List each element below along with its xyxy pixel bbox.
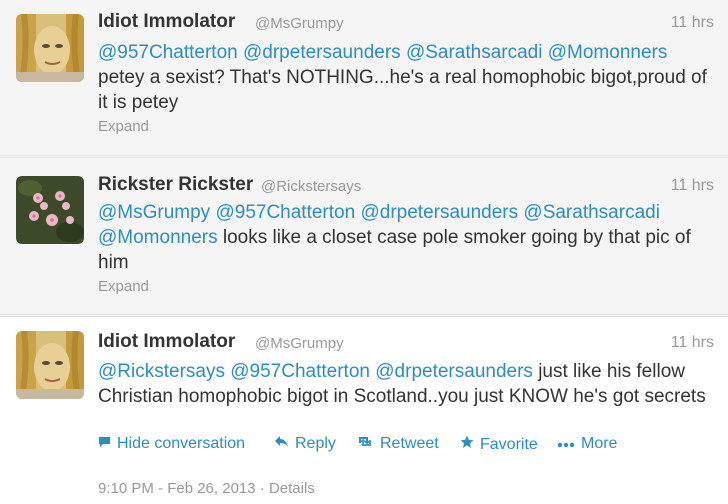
reply-label: Reply (295, 435, 336, 452)
mention-link[interactable]: @957Chatterton (98, 42, 238, 63)
tweet-meta: 9:10 PM - Feb 26, 2013 · Details (98, 480, 315, 497)
favorite-label: Favorite (480, 436, 538, 453)
meta-separator: · (259, 480, 265, 497)
username[interactable]: @MsGrumpy (255, 335, 344, 352)
mention-link[interactable]: @MsGrumpy (98, 202, 210, 223)
mention-link[interactable]: @Momonners (98, 227, 218, 248)
tweet-stream: Idiot Immolator @MsGrumpy 11 hrs @957Cha… (0, 0, 728, 504)
speech-bubble-icon (98, 435, 111, 452)
mention-link[interactable]: @Momonners (548, 42, 668, 63)
mention-link[interactable]: @Sarathsarcadi (406, 42, 543, 63)
retweet-label: Retweet (380, 435, 439, 452)
avatar-image (16, 176, 84, 244)
more-label: More (581, 435, 618, 452)
tweet[interactable]: Idiot Immolator @MsGrumpy 11 hrs @957Cha… (0, 0, 728, 156)
retweet-icon (356, 435, 374, 452)
timestamp[interactable]: 11 hrs (671, 334, 714, 352)
avatar-image (16, 14, 84, 82)
hide-conversation-label: Hide conversation (117, 435, 246, 452)
mention-link[interactable]: @drpetersaunders (243, 42, 401, 63)
tweet-text: @957Chatterton @drpetersaunders @Saraths… (98, 40, 716, 115)
mention-link[interactable]: @Sarathsarcadi (523, 202, 660, 223)
star-icon (460, 435, 474, 453)
mention-link[interactable]: @957Chatterton (215, 202, 355, 223)
hide-conversation-button[interactable]: Hide conversation (98, 435, 245, 453)
tweet-header: Rickster Rickster @Rickstersays 11 hrs (98, 174, 714, 198)
more-button[interactable]: More (557, 435, 617, 453)
favorite-button[interactable]: Favorite (460, 435, 538, 454)
expand-link[interactable]: Expand (98, 278, 149, 295)
expand-link[interactable]: Expand (98, 118, 149, 135)
username[interactable]: @Rickstersays (261, 178, 361, 195)
tweet-text: @Rickstersays @957Chatterton @drpetersau… (98, 359, 716, 409)
avatar[interactable] (16, 176, 84, 244)
tweet-header: Idiot Immolator @MsGrumpy 11 hrs (98, 331, 714, 355)
timestamp[interactable]: 11 hrs (671, 14, 714, 32)
mention-link[interactable]: @957Chatterton (230, 361, 370, 382)
timestamp[interactable]: 11 hrs (671, 177, 714, 195)
avatar-image (16, 331, 84, 399)
tweet-header: Idiot Immolator @MsGrumpy 11 hrs (98, 11, 714, 35)
username[interactable]: @MsGrumpy (255, 15, 344, 32)
mention-link[interactable]: @drpetersaunders (360, 202, 518, 223)
tweet-expanded[interactable]: Idiot Immolator @MsGrumpy 11 hrs @Rickst… (0, 316, 728, 504)
details-link[interactable]: Details (269, 480, 315, 497)
avatar[interactable] (16, 14, 84, 82)
full-timestamp[interactable]: 9:10 PM - Feb 26, 2013 (98, 480, 256, 497)
fullname[interactable]: Idiot Immolator (98, 331, 235, 353)
fullname[interactable]: Idiot Immolator (98, 11, 235, 33)
tweet[interactable]: Rickster Rickster @Rickstersays 11 hrs @… (0, 157, 728, 315)
fullname[interactable]: Rickster Rickster (98, 174, 253, 196)
tweet-text: @MsGrumpy @957Chatterton @drpetersaunder… (98, 200, 716, 275)
reply-button[interactable]: Reply (274, 435, 336, 453)
mention-link[interactable]: @drpetersaunders (375, 361, 533, 382)
reply-arrow-icon (274, 435, 289, 452)
tweet-body: petey a sexist? That's NOTHING...he's a … (98, 67, 707, 113)
retweet-button[interactable]: Retweet (356, 435, 439, 453)
mention-link[interactable]: @Rickstersays (98, 361, 225, 382)
ellipsis-icon (557, 435, 575, 452)
avatar[interactable] (16, 331, 84, 399)
